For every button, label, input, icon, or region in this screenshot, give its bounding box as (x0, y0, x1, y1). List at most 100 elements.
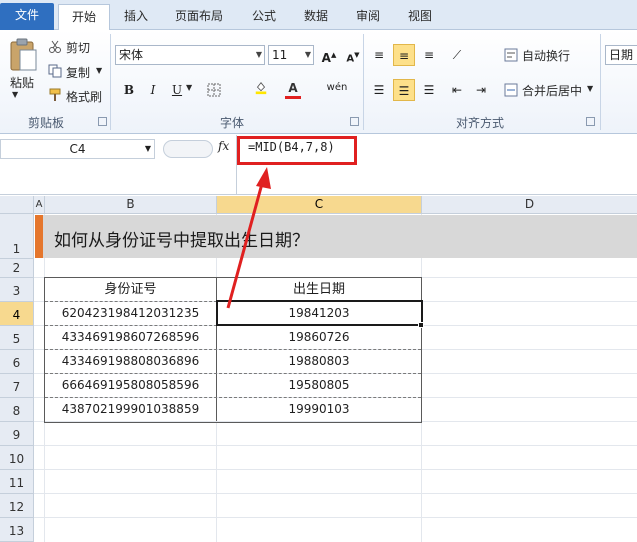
align-top-icon[interactable]: ≡ (368, 44, 390, 66)
align-right-icon[interactable]: ☰ (418, 79, 440, 101)
group-divider (110, 34, 111, 130)
birthdate-cell[interactable]: 19860726 (217, 326, 421, 349)
row-header-4[interactable]: 4 (0, 302, 34, 326)
birthdate-cell[interactable]: 19580805 (217, 374, 421, 397)
format-painter-icon (49, 88, 61, 101)
tab-file[interactable]: 文件 (0, 3, 54, 30)
column-header-d[interactable]: D (422, 196, 637, 214)
id-cell[interactable]: 433469198808036896 (45, 350, 217, 373)
column-header-a[interactable]: A (34, 196, 45, 214)
number-format-select[interactable]: 日期 (605, 45, 637, 65)
font-launcher-icon[interactable] (350, 117, 359, 126)
copy-dropdown-icon[interactable]: ▼ (96, 66, 102, 75)
underline-dropdown-icon[interactable]: ▼ (186, 83, 192, 92)
tab-view[interactable]: 视图 (398, 4, 442, 30)
row-header-10[interactable]: 10 (0, 446, 34, 470)
font-family-value: 宋体 (119, 48, 144, 62)
name-box[interactable]: C4 ▼ (0, 139, 155, 159)
column-header-c[interactable]: C (217, 196, 422, 214)
paste-dropdown-icon[interactable]: ▼ (12, 90, 18, 99)
row-header-7[interactable]: 7 (0, 374, 34, 398)
title-accent-bar (35, 215, 43, 258)
increase-font-size-icon[interactable]: A▲ (318, 44, 340, 66)
header-cell-birthdate[interactable]: 出生日期 (217, 278, 421, 301)
fill-color-icon[interactable] (254, 81, 268, 95)
tab-formulas[interactable]: 公式 (242, 4, 286, 30)
clipboard-group-label: 剪贴板 (27, 116, 64, 130)
gridline (34, 493, 637, 494)
formula-highlight-box (237, 136, 357, 165)
insert-function-icon[interactable]: fx (218, 139, 229, 153)
row-header-11[interactable]: 11 (0, 470, 34, 494)
table-row: 438702199901038859 19990103 (45, 398, 421, 422)
font-group-label: 字体 (219, 116, 244, 130)
align-left-icon[interactable]: ☰ (368, 79, 390, 101)
sheet-title: 如何从身份证号中提取出生日期？ (54, 231, 309, 251)
gridline (34, 469, 637, 470)
birthdate-cell[interactable]: 19990103 (217, 398, 421, 421)
formula-bar-resize-handle[interactable] (163, 140, 213, 158)
tab-page-layout[interactable]: 页面布局 (164, 4, 234, 30)
chevron-down-icon: ▼ (255, 50, 262, 59)
id-cell[interactable]: 620423198412031235 (45, 302, 217, 325)
merge-dropdown-icon[interactable]: ▼ (587, 84, 593, 93)
underline-icon[interactable]: U (166, 79, 188, 101)
row-header-2[interactable]: 2 (0, 259, 34, 278)
row-header-5[interactable]: 5 (0, 326, 34, 350)
tab-home[interactable]: 开始 (58, 4, 110, 31)
italic-icon[interactable]: I (142, 79, 164, 101)
row-header-8[interactable]: 8 (0, 398, 34, 422)
active-cell-c4[interactable] (216, 300, 423, 326)
tab-data[interactable]: 数据 (294, 4, 338, 30)
row-header-3[interactable]: 3 (0, 278, 34, 302)
name-box-value: C4 (69, 142, 86, 156)
increase-indent-icon[interactable]: ⇥ (470, 79, 492, 101)
row-header-1[interactable]: 1 (0, 214, 34, 259)
align-center-icon[interactable]: ☰ (393, 79, 415, 101)
copy-button[interactable]: 复制 (66, 64, 90, 81)
borders-icon[interactable] (207, 83, 221, 97)
phonetic-icon[interactable]: wén (326, 77, 348, 99)
group-divider (363, 34, 364, 130)
row-header-13[interactable]: 13 (0, 518, 34, 542)
cut-button[interactable]: 剪切 (66, 39, 90, 56)
paste-icon[interactable] (8, 38, 38, 74)
alignment-launcher-icon[interactable] (586, 117, 595, 126)
merge-center-icon (504, 83, 518, 97)
decrease-font-size-icon[interactable]: A▼ (342, 44, 364, 66)
tab-review[interactable]: 审阅 (346, 4, 390, 30)
wrap-text-icon (504, 48, 518, 62)
row-header-6[interactable]: 6 (0, 350, 34, 374)
bold-icon[interactable]: B (118, 79, 140, 101)
header-cell-id[interactable]: 身份证号 (45, 278, 217, 301)
font-size-select[interactable]: 11 ▼ (268, 45, 314, 65)
copy-icon (48, 64, 62, 78)
id-cell[interactable]: 438702199901038859 (45, 398, 217, 421)
id-cell[interactable]: 666469195808058596 (45, 374, 217, 397)
row-header-12[interactable]: 12 (0, 494, 34, 518)
gridline (34, 445, 637, 446)
chevron-down-icon: ▼ (144, 144, 151, 153)
clipboard-launcher-icon[interactable] (98, 117, 107, 126)
select-all-corner[interactable] (0, 196, 34, 214)
table-row: 433469198607268596 19860726 (45, 326, 421, 350)
birthdate-cell[interactable]: 19880803 (217, 350, 421, 373)
align-bottom-icon[interactable]: ≡ (418, 44, 440, 66)
font-family-select[interactable]: 宋体 ▼ (115, 45, 265, 65)
merge-center-button[interactable]: 合并后居中 (522, 82, 582, 99)
decrease-indent-icon[interactable]: ⇤ (446, 79, 468, 101)
table-row: 666469195808058596 19580805 (45, 374, 421, 398)
tab-insert[interactable]: 插入 (114, 4, 158, 30)
row-header-9[interactable]: 9 (0, 422, 34, 446)
gridline (34, 517, 637, 518)
paste-button[interactable]: 粘贴 (10, 74, 34, 91)
id-cell[interactable]: 433469198607268596 (45, 326, 217, 349)
wrap-text-button[interactable]: 自动换行 (522, 47, 570, 64)
format-painter-button[interactable]: 格式刷 (66, 88, 102, 105)
align-middle-icon[interactable]: ≡ (393, 44, 415, 66)
ribbon-home: 粘贴 ▼ 剪切 复制 ▼ 格式刷 剪贴板 宋体 ▼ 11 ▼ A▲ A▼ B I… (0, 30, 637, 134)
font-size-value: 11 (272, 48, 288, 62)
orientation-icon[interactable]: ⟋ (446, 44, 468, 66)
column-header-b[interactable]: B (45, 196, 217, 214)
fill-handle[interactable] (418, 322, 424, 328)
